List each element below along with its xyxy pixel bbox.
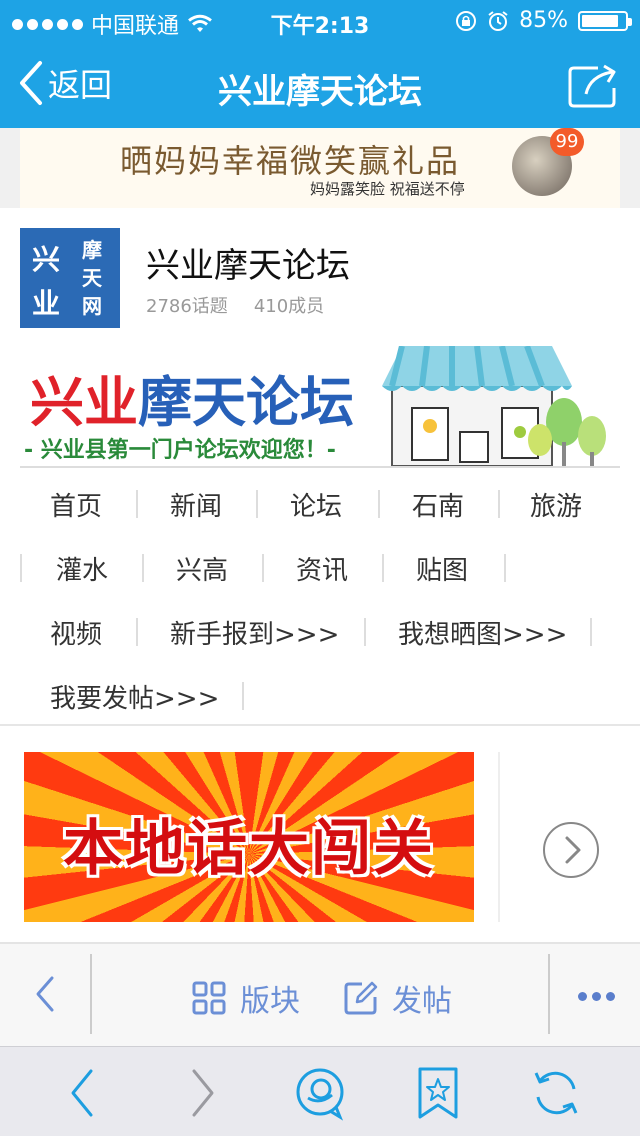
status-bar: 中国联通 下午2:13 85%	[0, 0, 640, 40]
battery-icon	[578, 10, 632, 31]
edit-icon	[344, 981, 378, 1015]
chevron-left-icon[interactable]	[30, 974, 60, 1014]
next-button[interactable]	[543, 822, 599, 878]
ad-banner[interactable]: 晒妈妈幸福微笑赢礼品 妈妈露笑脸 祝福送不停 99	[0, 128, 640, 208]
refresh-icon[interactable]	[526, 1065, 586, 1121]
nav-separator	[378, 490, 380, 518]
shop-illustration	[382, 346, 606, 466]
logo-char: 兴	[32, 243, 61, 276]
toolbar-separator	[90, 954, 92, 1034]
nav-link-info[interactable]: 资讯	[296, 550, 348, 587]
top-header: 中国联通 下午2:13 85% 返回 兴业摩天论坛	[0, 0, 640, 128]
nav-row: 灌水 兴高 资讯 贴图	[0, 534, 640, 598]
nav-separator	[262, 554, 264, 582]
more-icon[interactable]	[578, 992, 615, 1001]
nav-link-photos[interactable]: 贴图	[416, 550, 468, 587]
nav-link-forum[interactable]: 论坛	[290, 486, 342, 523]
ad-sub-text: 妈妈露笑脸 祝福送不停	[310, 180, 465, 198]
forum-banner-title: 兴业摩天论坛	[30, 358, 354, 437]
toolbar-separator	[548, 954, 550, 1034]
alarm-icon	[488, 10, 508, 31]
logo-char: 摩	[82, 238, 102, 262]
post-button[interactable]: 发帖	[344, 976, 452, 1020]
forum-toolbar: 版块 发帖	[0, 942, 640, 1046]
forum-logo: 兴 业 摩 天 网	[20, 228, 120, 328]
nav-link-home[interactable]: 首页	[50, 486, 102, 523]
promo-section: 本地话大闯关	[0, 728, 640, 940]
share-icon[interactable]	[568, 62, 620, 108]
nav-link-share-photo[interactable]: 我想晒图>>>	[398, 614, 567, 651]
forum-name: 兴业摩天论坛	[146, 246, 350, 286]
page-title: 兴业摩天论坛	[218, 72, 422, 112]
banner-slogan: - 兴业县第一门户论坛欢迎您！-	[24, 438, 336, 463]
banner-title-red: 兴业	[30, 371, 138, 434]
member-count: 410成员	[253, 296, 325, 317]
blocks-button[interactable]: 版块	[192, 976, 300, 1020]
blocks-label: 版块	[240, 984, 300, 1019]
nav-separator	[242, 682, 244, 710]
notification-badge: 99	[550, 128, 584, 156]
nav-link-newbie[interactable]: 新手报到>>>	[170, 614, 339, 651]
nav-row: 首页 新闻 论坛 石南 旅游	[0, 470, 640, 534]
nav-separator	[20, 554, 22, 582]
nav-link-chat[interactable]: 灌水	[56, 550, 108, 587]
banner-title-blue: 摩天论坛	[138, 371, 354, 434]
navigation-bar: 返回 兴业摩天论坛	[0, 40, 640, 128]
logo-char: 业	[32, 287, 61, 320]
nav-separator	[498, 490, 500, 518]
post-label: 发帖	[392, 984, 452, 1019]
status-right: 85%	[455, 8, 632, 33]
forum-info: 兴 业 摩 天 网 兴业摩天论坛 2786话题 410成员	[0, 208, 640, 338]
forum-logo-banner: 兴业摩天论坛 - 兴业县第一门户论坛欢迎您！-	[20, 340, 620, 468]
rotation-lock-icon	[456, 10, 477, 31]
battery-percent: 85%	[519, 8, 568, 33]
nav-row: 视频 新手报到>>> 我想晒图>>>	[0, 598, 640, 662]
chevron-right-icon	[565, 836, 581, 864]
browser-toolbar	[0, 1046, 640, 1136]
nav-separator	[136, 618, 138, 646]
forum-nav-links: 首页 新闻 论坛 石南 旅游 灌水 兴高 资讯 贴图 视频 新手报到>>> 我想…	[0, 470, 640, 726]
forum-stats: 2786话题 410成员	[146, 292, 324, 318]
grid-icon	[192, 981, 226, 1015]
nav-separator	[364, 618, 366, 646]
logo-char: 天	[82, 266, 102, 290]
nav-link-xinggao[interactable]: 兴高	[176, 550, 228, 587]
nav-separator	[256, 490, 258, 518]
browser-forward-icon[interactable]	[172, 1065, 232, 1121]
promo-divider	[498, 752, 500, 922]
logo-char: 网	[82, 294, 102, 318]
nav-link-shinan[interactable]: 石南	[412, 486, 464, 523]
ad-main-text: 晒妈妈幸福微笑赢礼品	[120, 142, 461, 180]
nav-separator	[382, 554, 384, 582]
topic-count: 2786话题	[146, 296, 228, 317]
promo-text: 本地话大闯关	[63, 814, 435, 884]
ad-banner-inner: 晒妈妈幸福微笑赢礼品 妈妈露笑脸 祝福送不停 99	[20, 128, 620, 208]
chat-bubble-icon[interactable]	[290, 1065, 350, 1121]
promo-banner[interactable]: 本地话大闯关	[24, 752, 474, 922]
nav-link-news[interactable]: 新闻	[170, 486, 222, 523]
bookmark-star-icon[interactable]	[408, 1065, 468, 1121]
nav-row: 我要发帖>>>	[0, 662, 640, 726]
nav-separator	[136, 490, 138, 518]
nav-link-travel[interactable]: 旅游	[530, 486, 582, 523]
nav-separator	[142, 554, 144, 582]
nav-separator	[590, 618, 592, 646]
browser-back-icon[interactable]	[55, 1065, 115, 1121]
nav-link-new-post[interactable]: 我要发帖>>>	[50, 678, 219, 715]
nav-link-video[interactable]: 视频	[50, 614, 102, 651]
nav-separator	[504, 554, 506, 582]
